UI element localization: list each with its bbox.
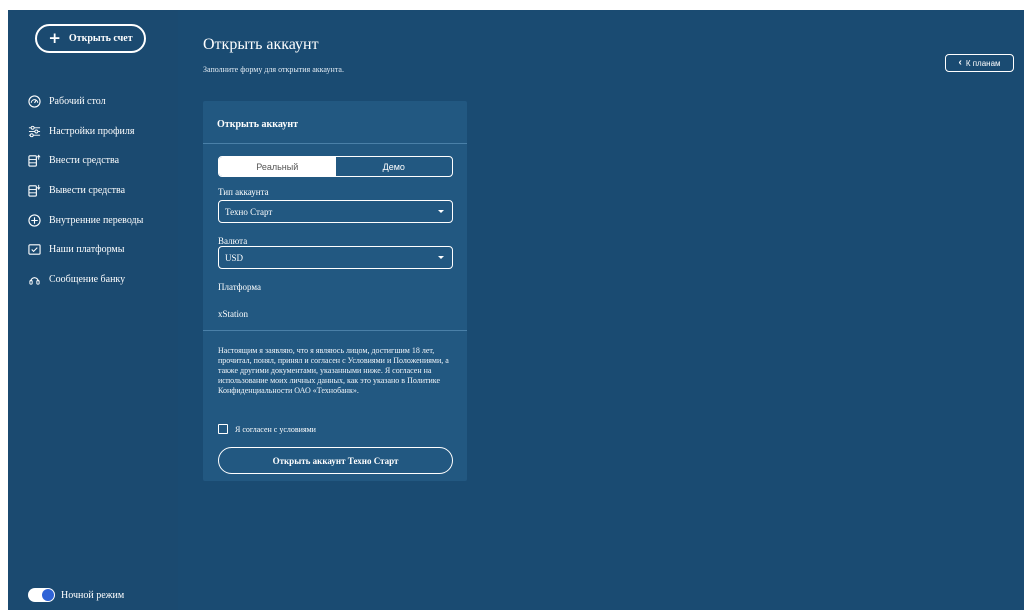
sidebar-item-dashboard[interactable]: Рабочий стол <box>28 87 143 117</box>
divider <box>203 143 467 144</box>
sidebar-item-label: Внести средства <box>49 155 120 167</box>
agree-checkbox[interactable] <box>218 424 228 434</box>
support-icon <box>28 273 41 286</box>
toggle-knob <box>42 589 54 601</box>
platform-label: Платформа <box>218 282 262 292</box>
sidebar-item-label: Внутренние переводы <box>49 214 144 226</box>
main-content: Открыть аккаунт Заполните форму для откр… <box>178 10 1024 610</box>
currency-value: USD <box>225 252 244 263</box>
sidebar-item-label: Настройки профиля <box>49 125 135 137</box>
sidebar-item-label: Рабочий стол <box>49 96 106 108</box>
back-to-plans-button[interactable]: ‹ К планам <box>945 54 1014 72</box>
caret-down-icon <box>438 256 444 259</box>
caret-down-icon <box>438 210 444 213</box>
currency-label: Валюта <box>218 236 248 246</box>
open-account-button[interactable]: + Открыть счет <box>35 24 146 53</box>
sliders-icon <box>28 125 41 138</box>
page-title: Открыть аккаунт <box>203 36 319 53</box>
form-title: Открыть аккаунт <box>217 119 299 130</box>
account-type-label: Тип аккаунта <box>218 187 269 197</box>
sidebar-item-platforms[interactable]: Наши платформы <box>28 235 143 265</box>
divider <box>203 330 467 331</box>
platform-value: xStation <box>218 309 249 319</box>
tab-real[interactable]: Реальный <box>219 157 336 176</box>
currency-select[interactable]: USD <box>218 246 453 269</box>
withdraw-icon <box>28 184 41 197</box>
deposit-icon <box>28 154 41 168</box>
night-mode-toggle[interactable] <box>28 588 55 602</box>
submit-open-account-button[interactable]: Открыть аккаунт Техно Старт <box>218 447 453 474</box>
account-type-value: Техно Старт <box>225 206 273 217</box>
terms-disclaimer: Настоящим я заявляю, что я являюсь лицом… <box>218 346 449 395</box>
platform-icon <box>28 243 41 256</box>
page-subtitle: Заполните форму для открытия аккаунта. <box>203 65 344 74</box>
sidebar-item-message-bank[interactable]: Сообщение банку <box>28 265 143 295</box>
agree-row: Я согласен с условиями <box>218 424 316 434</box>
open-account-label: Открыть счет <box>68 33 133 44</box>
account-type-select[interactable]: Техно Старт <box>218 200 453 223</box>
sidebar-item-label: Вывести средства <box>49 185 126 197</box>
speedometer-icon <box>28 95 41 108</box>
sidebar-nav: Рабочий стол Настройки профиля Внести ср… <box>28 87 143 294</box>
tab-demo[interactable]: Демо <box>336 157 453 176</box>
agree-label: Я согласен с условиями <box>235 424 316 434</box>
open-account-form: Открыть аккаунт Реальный Демо Тип аккаун… <box>203 101 467 481</box>
chevron-left-icon: ‹ <box>958 57 962 68</box>
sidebar-item-internal-transfers[interactable]: Внутренние переводы <box>28 205 143 235</box>
sidebar-item-label: Наши платформы <box>49 244 125 256</box>
sidebar-item-deposit[interactable]: Внести средства <box>28 146 143 176</box>
sidebar: + Открыть счет Рабочий стол Настройки пр… <box>8 10 178 610</box>
transfer-icon <box>28 214 41 227</box>
night-mode-toggle-row: Ночной режим <box>28 588 124 602</box>
plus-icon: + <box>48 29 61 47</box>
account-mode-tabs: Реальный Демо <box>218 156 453 177</box>
back-to-plans-label: К планам <box>965 58 1001 68</box>
sidebar-item-withdraw[interactable]: Вывести средства <box>28 176 143 206</box>
sidebar-item-profile-settings[interactable]: Настройки профиля <box>28 117 143 147</box>
sidebar-item-label: Сообщение банку <box>49 273 126 285</box>
night-mode-label: Ночной режим <box>61 589 125 601</box>
